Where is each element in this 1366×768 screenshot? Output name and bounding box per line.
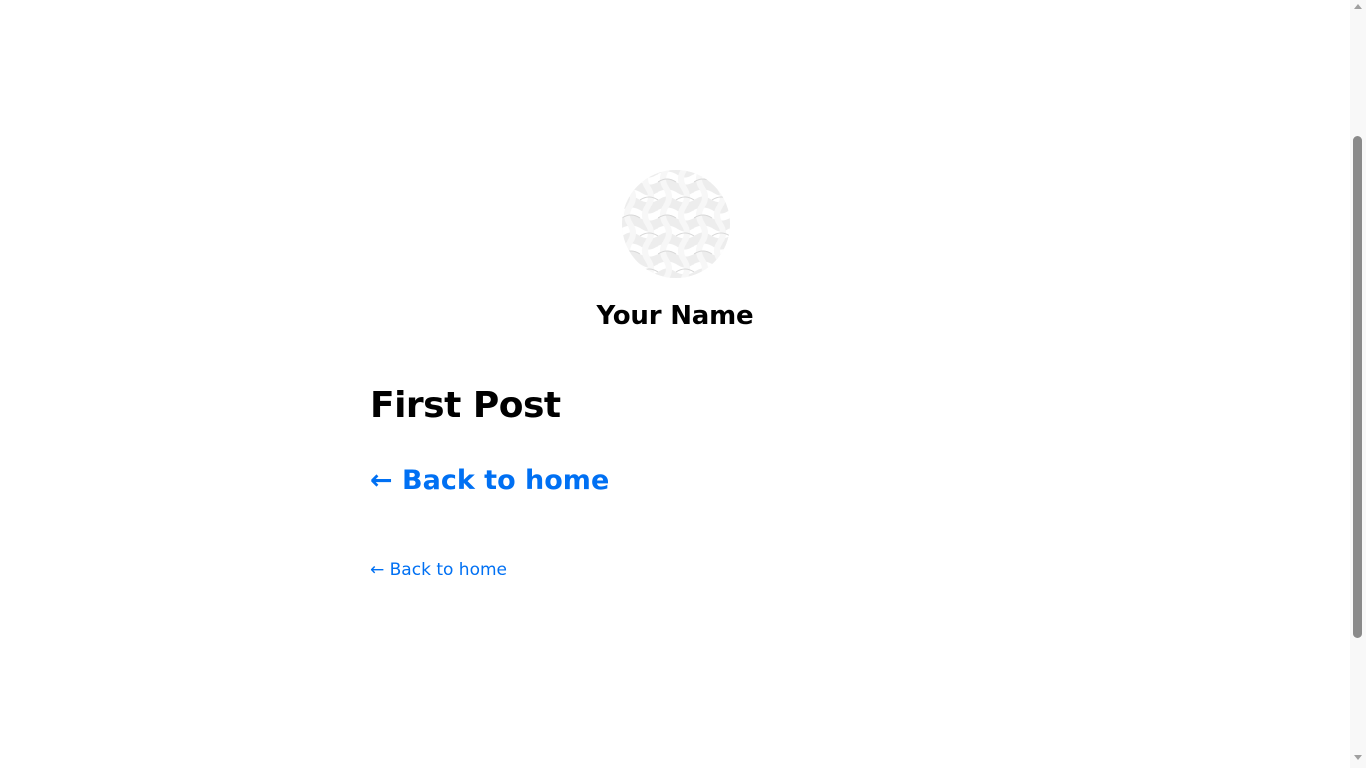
scroll-up-arrow-icon[interactable] bbox=[1354, 4, 1362, 9]
site-name-heading: Your Name bbox=[596, 301, 754, 331]
woven-pattern-image bbox=[622, 170, 730, 278]
scroll-down-arrow-icon[interactable] bbox=[1354, 755, 1362, 760]
site-header: Your Name bbox=[370, 170, 980, 332]
post-title: First Post bbox=[370, 385, 561, 426]
vertical-scrollbar[interactable] bbox=[1350, 0, 1366, 768]
page: Your Name First Post ← Back to home ← Ba… bbox=[0, 0, 1366, 768]
profile-avatar bbox=[622, 170, 730, 278]
back-to-home-link-large[interactable]: ← Back to home bbox=[370, 464, 609, 498]
back-to-home-link-small[interactable]: ← Back to home bbox=[370, 558, 507, 582]
scrollbar-thumb[interactable] bbox=[1353, 136, 1362, 638]
